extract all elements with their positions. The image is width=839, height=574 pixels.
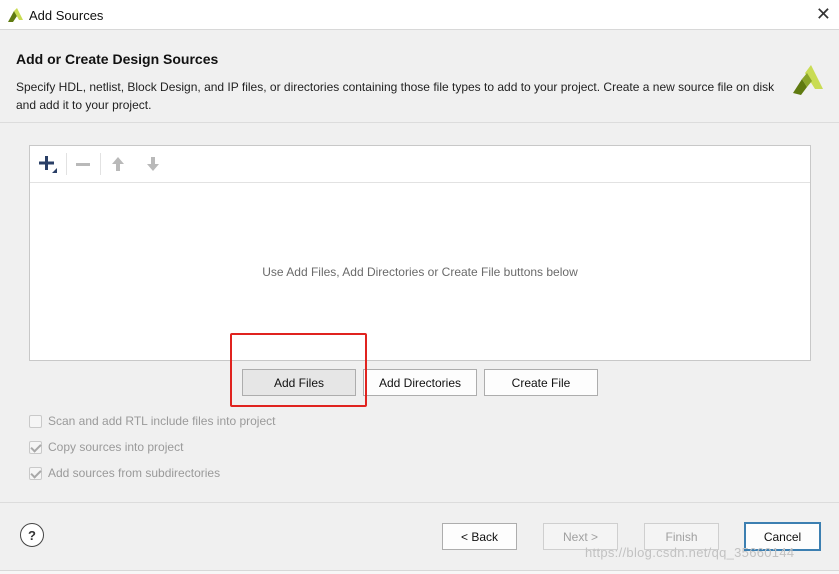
empty-list-message: Use Add Files, Add Directories or Create… [262,265,578,279]
plus-icon[interactable] [37,154,59,174]
option-label: Copy sources into project [48,440,184,454]
sources-panel: Use Add Files, Add Directories or Create… [29,145,811,361]
header-divider [0,122,839,123]
title-bar: Add Sources ✕ [0,0,839,30]
option-label: Add sources from subdirectories [48,466,221,480]
copy-sources-checkbox[interactable] [29,440,42,454]
page-title: Add or Create Design Sources [16,51,219,67]
option-label: Scan and add RTL include files into proj… [48,414,276,428]
scan-rtl-checkbox[interactable] [29,414,42,428]
arrow-up-icon[interactable] [107,154,129,174]
add-subdirectories-checkbox[interactable] [29,466,42,480]
minus-icon[interactable] [72,154,94,174]
add-directories-button[interactable]: Add Directories [363,369,477,396]
highlight-annotation [230,333,367,407]
sources-toolbar [30,146,810,183]
create-file-button[interactable]: Create File [484,369,598,396]
toolbar-divider [66,153,67,175]
footer-divider [0,502,839,503]
window-bottom-edge [0,570,839,574]
scan-rtl-include-option[interactable]: Scan and add RTL include files into proj… [29,413,275,429]
vivado-logo-icon [8,8,24,26]
back-button[interactable]: < Back [442,523,517,550]
arrow-down-icon[interactable] [142,154,164,174]
copy-sources-option[interactable]: Copy sources into project [29,439,183,455]
help-button[interactable]: ? [20,523,44,547]
add-subdirectories-option[interactable]: Add sources from subdirectories [29,465,220,481]
watermark: https://blog.csdn.net/qq_35660144 [585,545,795,560]
window-title: Add Sources [29,8,104,23]
vivado-logo-icon [791,63,825,100]
toolbar-divider [100,153,101,175]
page-description: Specify HDL, netlist, Block Design, and … [16,80,775,112]
close-icon[interactable]: ✕ [816,4,831,24]
